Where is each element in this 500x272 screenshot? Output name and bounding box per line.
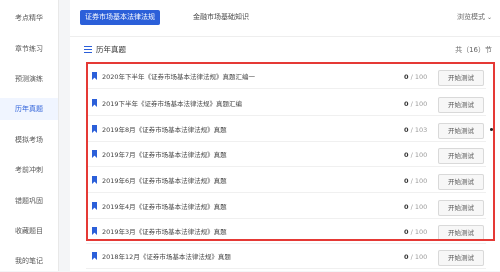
sidebar-item-mock-exam[interactable]: 模拟考场 [0,129,58,151]
sidebar-item-prediction-drill[interactable]: 预测演练 [0,68,58,90]
exam-title[interactable]: 2019下半年《证券市场基本法律法规》真题汇编 [102,93,242,115]
start-test-button[interactable]: 开始测试 [438,250,484,266]
exam-title[interactable]: 2019年6月《证券市场基本法律法规》真题 [102,170,227,192]
sidebar-item-past-exams[interactable]: 历年真题 [0,98,58,120]
tab-securities-law[interactable]: 证券市场基本法律法规 [80,10,160,25]
section-header: 历年真题 共（16）节 [70,38,500,62]
start-test-button[interactable]: 开始测试 [438,174,484,190]
exam-row: 2019年8月《证券市场基本法律法规》真题 0 / 103 开始测试 [86,119,486,142]
start-test-button[interactable]: 开始测试 [438,123,484,139]
exam-title[interactable]: 2019年3月《证券市场基本法律法规》真题 [102,221,227,243]
start-test-button[interactable]: 开始测试 [438,97,484,113]
exam-row: 2019年6月《证券市场基本法律法规》真题 0 / 100 开始测试 [86,170,486,193]
exam-progress: 0 / 103 [404,126,428,134]
start-test-button[interactable]: 开始测试 [438,148,484,164]
exam-row: 2019年7月《证券市场基本法律法规》真题 0 / 100 开始测试 [86,144,486,167]
bookmark-icon [92,125,97,133]
exam-title[interactable]: 2018年12月《证券市场基本法律法规》真题 [102,246,231,268]
section-title: 历年真题 [96,45,126,54]
start-test-button[interactable]: 开始测试 [438,200,484,216]
list-icon [84,46,92,53]
bookmark-icon [92,99,97,107]
sidebar-item-chapter-practice[interactable]: 章节练习 [0,38,58,60]
section-count: 共（16）节 [455,46,492,54]
exam-title[interactable]: 2019年8月《证券市场基本法律法规》真题 [102,119,227,141]
exam-row: 2019下半年《证券市场基本法律法规》真题汇编 0 / 100 开始测试 [86,93,486,116]
sidebar-item-final-sprint[interactable]: 考前冲刺 [0,159,58,181]
bookmark-icon [92,227,97,235]
exam-progress: 0 / 100 [404,203,428,211]
exam-progress: 0 / 100 [404,73,428,81]
bookmark-icon [92,150,97,158]
exam-progress: 0 / 100 [404,151,428,159]
sidebar-item-my-notes[interactable]: 我的笔记 [0,250,58,272]
exam-progress: 0 / 100 [404,100,428,108]
exam-progress: 0 / 100 [404,253,428,261]
sidebar-item-wrong-questions[interactable]: 错题巩固 [0,190,58,212]
tab-financial-basics[interactable]: 金融市场基础知识 [188,10,254,25]
exam-row: 2019年3月《证券市场基本法律法规》真题 0 / 100 开始测试 [86,221,486,244]
exam-title[interactable]: 2019年4月《证券市场基本法律法规》真题 [102,196,227,218]
exam-title[interactable]: 2019年7月《证券市场基本法律法规》真题 [102,144,227,166]
bookmark-icon [92,72,97,80]
exam-row: 2019年4月《证券市场基本法律法规》真题 0 / 100 开始测试 [86,196,486,219]
bookmark-icon [92,252,97,260]
bullet-dot [490,128,493,131]
chevron-down-icon: ⌄ [486,14,492,21]
bookmark-icon [92,176,97,184]
bookmark-icon [92,202,97,210]
sidebar-item-favorites[interactable]: 收藏题目 [0,220,58,242]
exam-progress: 0 / 100 [404,228,428,236]
subject-tabs: 证券市场基本法律法规 金融市场基础知识 浏览模式 ⌄ [70,0,500,37]
exam-row: 2018年12月《证券市场基本法律法规》真题 0 / 100 开始测试 [86,246,486,269]
exam-title[interactable]: 2020年下半年《证券市场基本法律法规》真题汇编一 [102,66,255,88]
sidebar: 考点精华 章节练习 预测演练 历年真题 模拟考场 考前冲刺 错题巩固 收藏题目 … [0,0,59,271]
sidebar-item-key-points[interactable]: 考点精华 [0,7,58,29]
browse-mode-label: 浏览模式 [456,13,485,21]
browse-mode-dropdown[interactable]: 浏览模式 ⌄ [457,10,492,25]
exam-row: 2020年下半年《证券市场基本法律法规》真题汇编一 0 / 100 开始测试 [86,66,486,89]
start-test-button[interactable]: 开始测试 [438,225,484,241]
start-test-button[interactable]: 开始测试 [438,70,484,86]
exam-progress: 0 / 100 [404,177,428,185]
